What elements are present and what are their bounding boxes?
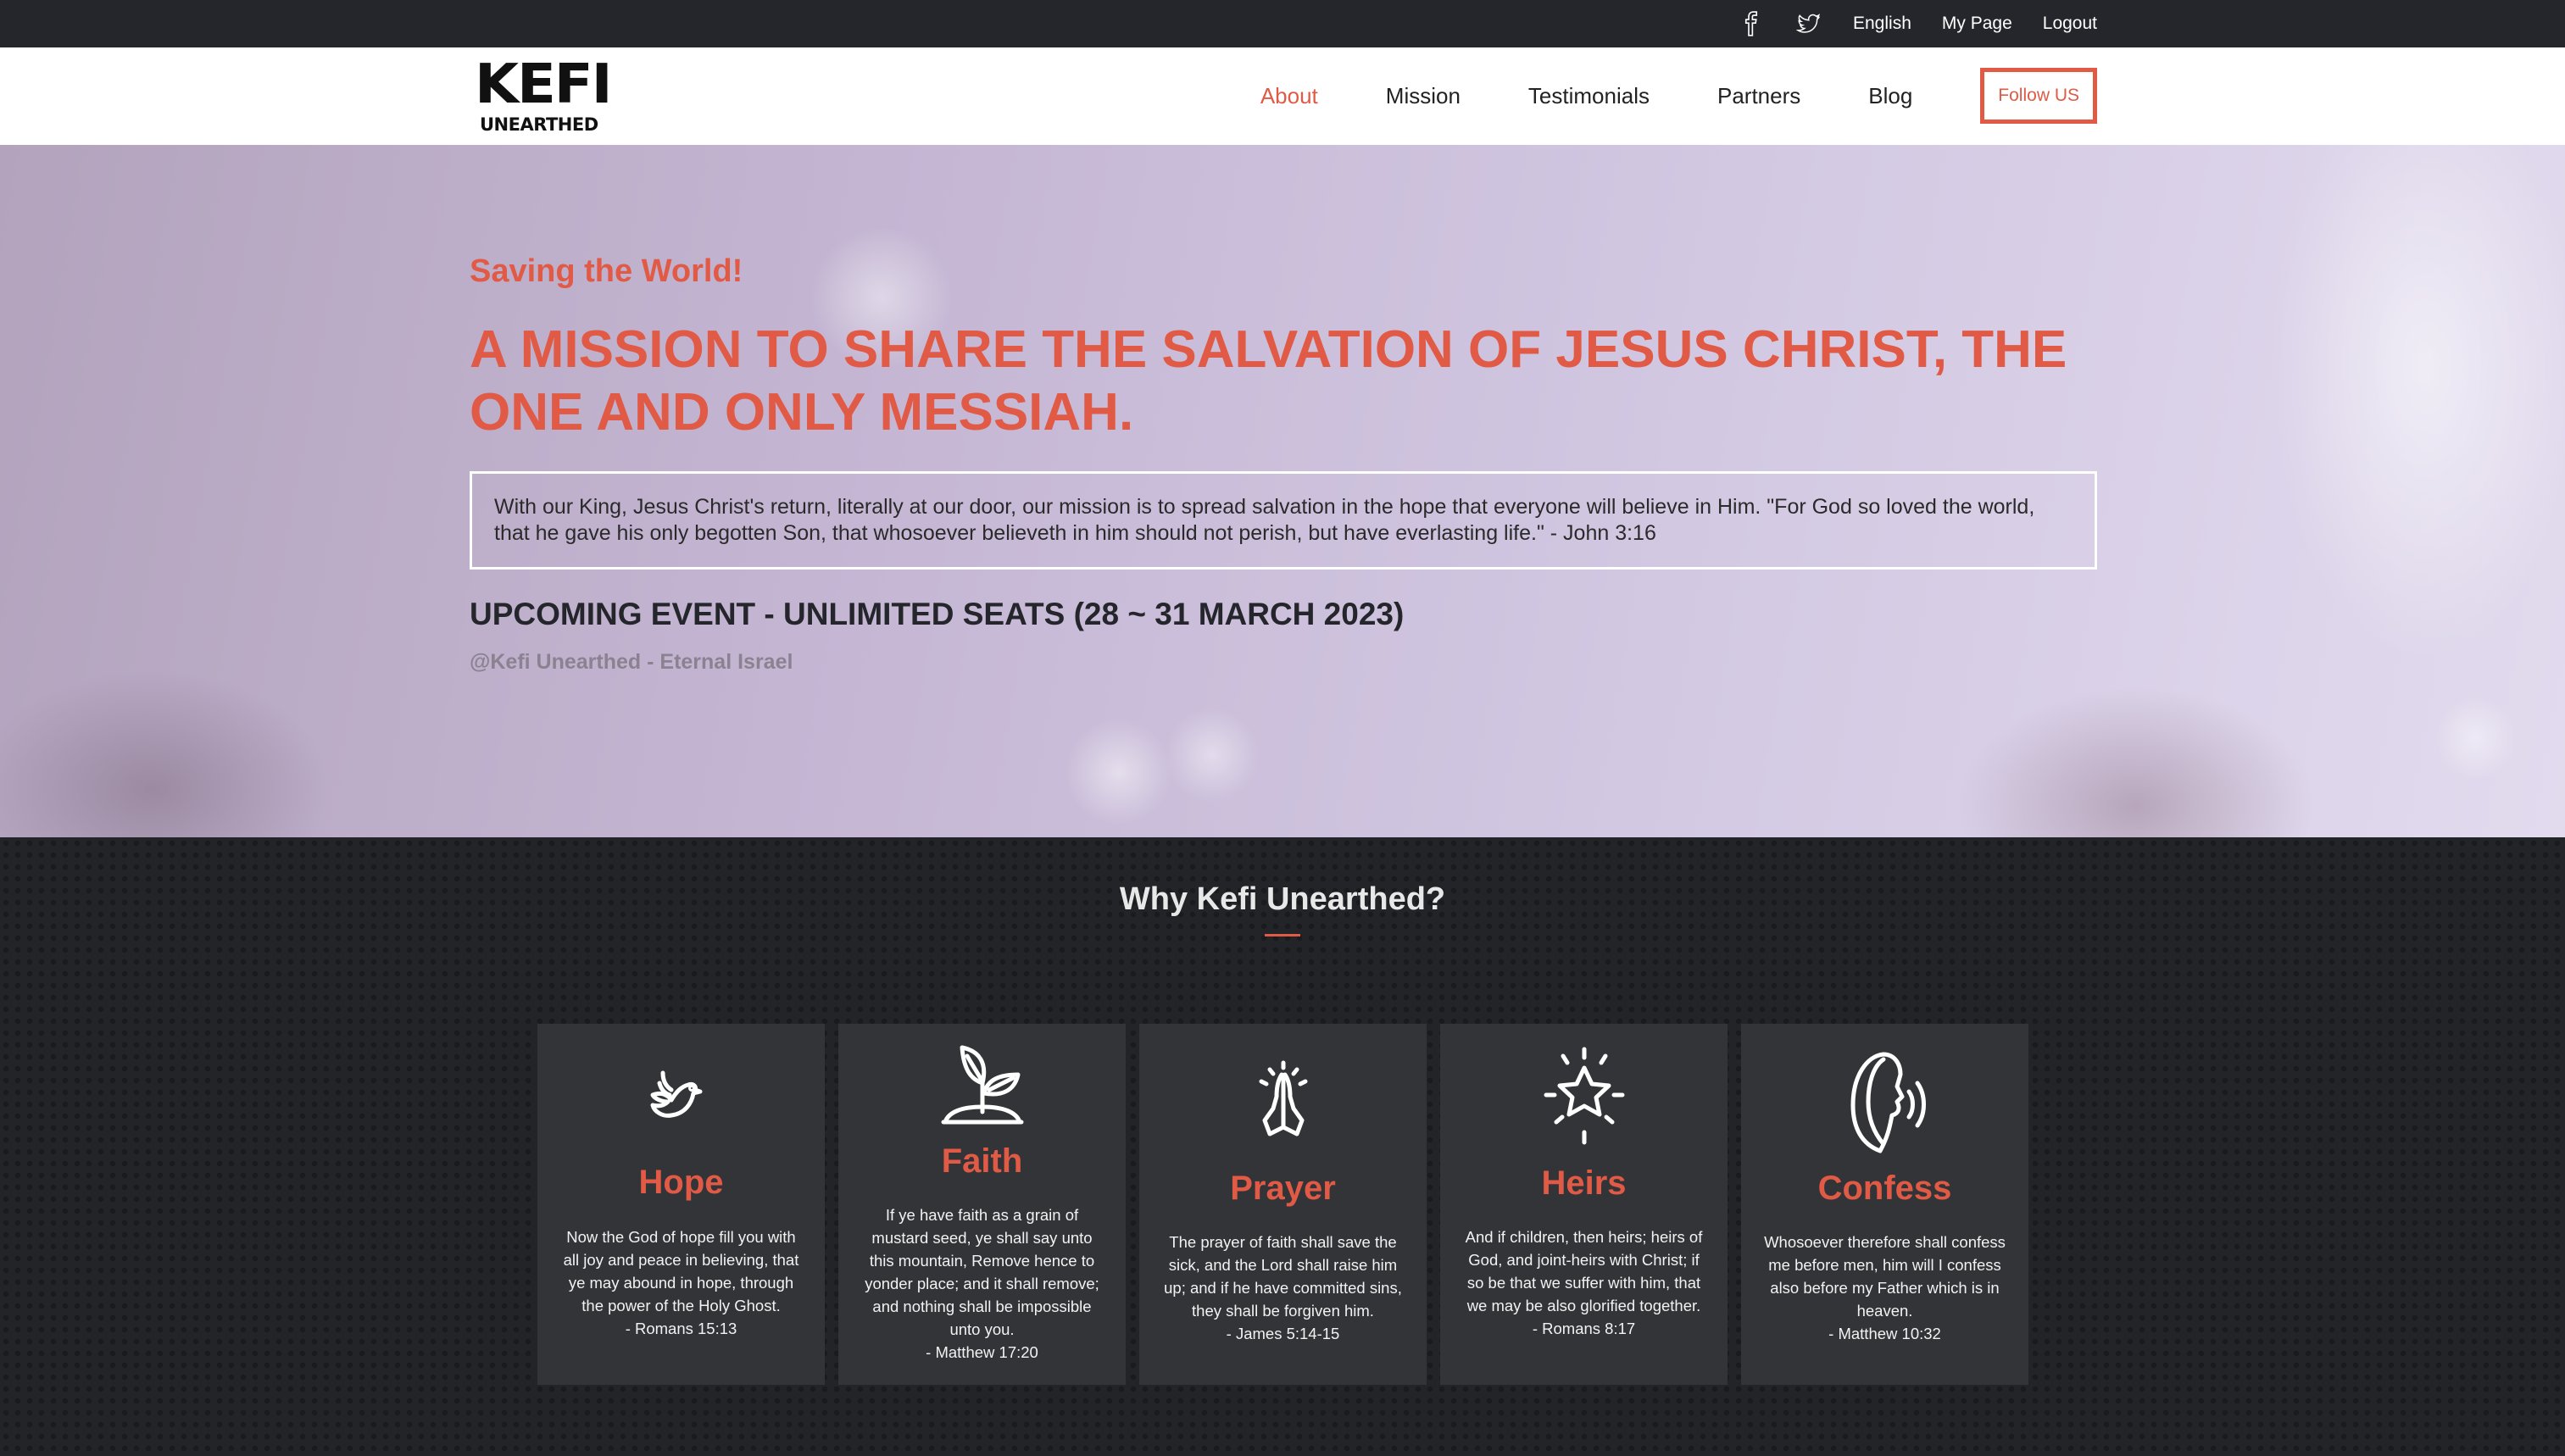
card-reference: - James 5:14-15 <box>1226 1325 1340 1342</box>
card-verse: And if children, then heirs; heirs of Go… <box>1465 1228 1703 1314</box>
card-reference: - Romans 8:17 <box>1532 1320 1636 1337</box>
language-link[interactable]: English <box>1853 14 1911 34</box>
logo-word-kefi: KEFI <box>475 53 613 116</box>
utility-links: English My Page Logout <box>1738 0 2097 47</box>
twitter-icon[interactable] <box>1795 10 1822 37</box>
nav-item-testimonials[interactable]: Testimonials <box>1528 83 1650 109</box>
card-verse: Now the God of hope fill you with all jo… <box>563 1228 799 1314</box>
hero-banner: Saving the World! A MISSION TO SHARE THE… <box>0 145 2565 837</box>
my-page-link[interactable]: My Page <box>1942 14 2012 34</box>
hero-kicker: Saving the World! <box>470 253 743 289</box>
card-confess: Confess Whosoever therefore shall confes… <box>1741 1024 2028 1385</box>
logout-link[interactable]: Logout <box>2043 14 2097 34</box>
card-heirs: Heirs And if children, then heirs; heirs… <box>1440 1024 1728 1385</box>
speaking-head-icon <box>1741 1046 2028 1158</box>
nav-item-about[interactable]: About <box>1260 83 1318 109</box>
card-verse: Whosoever therefore shall confess me bef… <box>1764 1233 2006 1320</box>
card-text: Whosoever therefore shall confess me bef… <box>1761 1231 2008 1345</box>
feature-cards: Hope Now the God of hope fill you with a… <box>537 1024 2028 1385</box>
facebook-icon[interactable] <box>1738 10 1765 37</box>
card-title: Faith <box>941 1142 1023 1180</box>
card-prayer: Prayer The prayer of faith shall save th… <box>1139 1024 1427 1385</box>
card-verse: The prayer of faith shall save the sick,… <box>1164 1233 1402 1320</box>
upcoming-event-title[interactable]: UPCOMING EVENT - UNLIMITED SEATS (28 ~ 3… <box>470 597 1404 632</box>
sprout-icon <box>838 1041 1126 1127</box>
mission-quote-box: With our King, Jesus Christ's return, li… <box>470 471 2097 570</box>
card-reference: - Romans 15:13 <box>625 1320 737 1337</box>
main-navbar: KEFI UNEARTHED About Mission Testimonial… <box>0 47 2565 145</box>
upcoming-event-location: @Kefi Unearthed - Eternal Israel <box>470 650 793 674</box>
card-hope: Hope Now the God of hope fill you with a… <box>537 1024 825 1385</box>
star-icon <box>1440 1044 1728 1149</box>
card-reference: - Matthew 17:20 <box>926 1343 1038 1361</box>
card-text: Now the God of hope fill you with all jo… <box>558 1225 804 1340</box>
card-reference: - Matthew 10:32 <box>1828 1325 1941 1342</box>
logo-word-unearthed: UNEARTHED <box>480 114 598 135</box>
why-section: Why Kefi Unearthed? Hope Now the God of … <box>0 837 2565 1456</box>
card-text: The prayer of faith shall save the sick,… <box>1160 1231 1406 1345</box>
kefi-unearthed-logo[interactable]: KEFI UNEARTHED <box>470 53 613 141</box>
card-title: Hope <box>638 1164 724 1201</box>
why-section-title: Why Kefi Unearthed? <box>1119 881 1446 917</box>
nav-item-partners[interactable]: Partners <box>1717 83 1800 109</box>
card-verse: If ye have faith as a grain of mustard s… <box>865 1206 1099 1338</box>
nav-menu: About Mission Testimonials Partners Blog… <box>1260 68 2097 124</box>
praying-hands-icon <box>1139 1058 1427 1142</box>
card-text: And if children, then heirs; heirs of Go… <box>1461 1225 1707 1340</box>
follow-us-button[interactable]: Follow US <box>1980 68 2097 124</box>
dove-icon <box>537 1059 825 1136</box>
nav-item-blog[interactable]: Blog <box>1868 83 1912 109</box>
card-title: Heirs <box>1541 1164 1627 1202</box>
nav-item-mission[interactable]: Mission <box>1386 83 1461 109</box>
hero-headline: A MISSION TO SHARE THE SALVATION OF JESU… <box>470 320 2067 442</box>
card-title: Prayer <box>1230 1170 1336 1207</box>
top-utility-bar: English My Page Logout <box>0 0 2565 47</box>
card-title: Confess <box>1817 1170 1952 1207</box>
title-underline <box>1265 934 1300 936</box>
card-faith: Faith If ye have faith as a grain of mus… <box>838 1024 1126 1385</box>
card-text: If ye have faith as a grain of mustard s… <box>859 1203 1105 1364</box>
